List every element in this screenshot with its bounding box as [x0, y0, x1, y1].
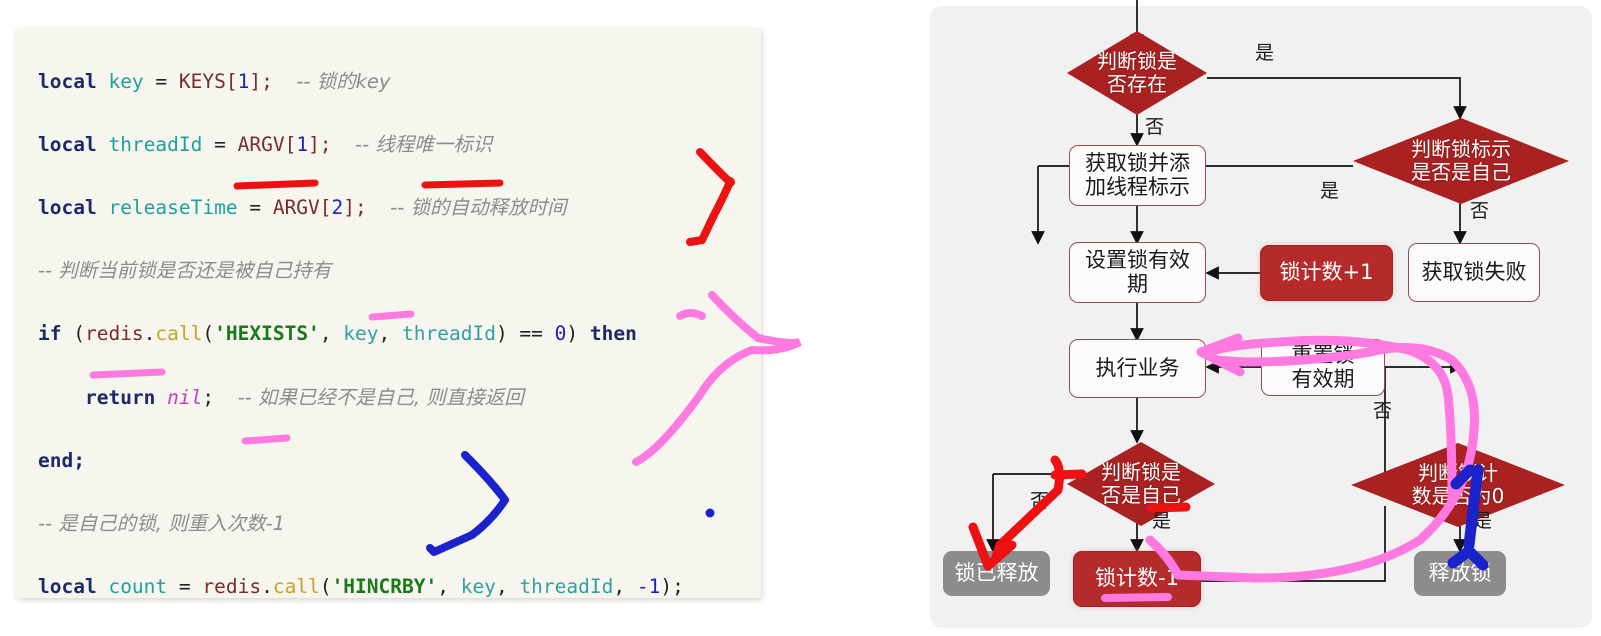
globals-argv-1: ARGV[1]; [237, 132, 332, 156]
kw-end-1: end; [38, 448, 85, 472]
str-hincrby: 'HINCRBY' [331, 575, 438, 598]
num-minus-one: -1 [636, 575, 661, 598]
node-label: 锁计数-1 [1095, 566, 1179, 591]
code-line-1: local key = KEYS[1]; -- 锁的key [38, 69, 391, 93]
kw-return-1: return [84, 385, 156, 409]
node-label: 判断锁标示 是否是自己 [1353, 118, 1569, 204]
globals-argv-2: ARGV[2]; [272, 195, 367, 219]
code-line-4: -- 判断当前锁是否还是被自己持有 [38, 255, 761, 287]
arg-threadid-1: threadId [402, 322, 496, 346]
node-set-lock-ttl[interactable]: 设置锁有效 期 [1069, 242, 1206, 303]
node-check-count-zero[interactable]: 判断锁计 数是否为0 [1351, 443, 1565, 527]
var-releasetime-decl: releaseTime [108, 195, 238, 219]
node-line-1: 判断锁是 否存在 [1097, 49, 1177, 96]
var-count-decl: count [108, 575, 168, 598]
node-lock-released[interactable]: 锁已释放 [943, 551, 1050, 596]
lua-code-panel: local key = KEYS[1]; -- 锁的key local thre… [16, 28, 761, 598]
node-check-lock-owner[interactable]: 判断锁是 否是自己 [1067, 442, 1215, 526]
edge-label-flag-no: 否 [1470, 200, 1490, 222]
kw-if-1: if [38, 322, 62, 346]
code-line-5: if (redis.call('HEXISTS', key, threadId)… [38, 322, 637, 346]
code-line-3: local releaseTime = ARGV[2]; -- 锁的自动释放时间 [38, 195, 567, 219]
str-hexists: 'HEXISTS' [214, 322, 320, 346]
arg-key-2: key [460, 575, 496, 598]
screenshot-root: lock:order thread1 0 local key = KEYS[1]… [0, 0, 1601, 636]
node-label: 获取锁并添 加线程标示 [1085, 150, 1190, 199]
edge-label-count-no: 否 [1373, 400, 1393, 422]
redis-ref-2: redis [202, 575, 262, 598]
kw-local-2: local [38, 132, 97, 156]
arg-key-1: key [343, 322, 379, 346]
node-check-lock-exists[interactable]: 判断锁是 否存在 [1067, 31, 1207, 115]
comment-thread-id: -- 线程唯一标识 [355, 132, 493, 156]
kw-then-1: then [589, 322, 637, 346]
kw-local-4: local [38, 575, 97, 598]
node-label: 释放锁 [1428, 560, 1492, 585]
edge-label-exists-yes: 是 [1255, 42, 1275, 64]
node-line-1: 判断锁标示 是否是自己 [1411, 137, 1511, 184]
node-check-flag-self[interactable]: 判断锁标示 是否是自己 [1353, 118, 1569, 204]
edge-label-owner-yes: 是 [1152, 510, 1172, 532]
code-line-7: end; [38, 445, 761, 477]
kw-local-1: local [38, 69, 97, 93]
fn-call-1: call [155, 322, 203, 346]
node-label: 重置锁 有效期 [1291, 342, 1355, 391]
comment-release-time: -- 锁的自动释放时间 [390, 195, 567, 219]
node-label: 锁已释放 [954, 560, 1039, 585]
comment-lock-key: -- 锁的key [296, 69, 391, 93]
node-label: 执行业务 [1095, 355, 1180, 380]
code-line-8: -- 是自己的锁, 则重入次数-1 [38, 508, 761, 540]
node-line-1: 判断锁计 数是否为0 [1411, 461, 1505, 508]
node-label: 判断锁是 否存在 [1067, 31, 1207, 115]
node-reset-lock-ttl[interactable]: 重置锁 有效期 [1261, 339, 1385, 396]
redis-ref-1: redis [84, 322, 144, 346]
node-label: 判断锁是 否是自己 [1067, 442, 1215, 526]
node-acquire-fail[interactable]: 获取锁失败 [1408, 243, 1540, 302]
code-line-6: return nil; -- 如果已经不是自己, 则直接返回 [84, 385, 524, 409]
edge-label-exists-no: 否 [1145, 116, 1165, 138]
edge-label-owner-no: 否 [1030, 490, 1050, 512]
node-release-lock[interactable]: 释放锁 [1414, 551, 1506, 596]
node-acquire-lock[interactable]: 获取锁并添 加线程标示 [1069, 145, 1206, 206]
flowchart-panel: 判断锁是 否存在 是 否 获取锁并添 加线程标示 设置锁有效 期 执行业务 判断… [930, 0, 1592, 628]
edge-label-flag-yes: 是 [1320, 180, 1340, 202]
edge-label-count-yes: 是 [1473, 510, 1493, 532]
code-line-9: local count = redis.call('HINCRBY', key,… [38, 575, 684, 598]
var-threadid-decl: threadId [108, 132, 203, 156]
node-lock-count-inc[interactable]: 锁计数+1 [1260, 245, 1393, 301]
comment-decr: -- 是自己的锁, 则重入次数-1 [38, 511, 286, 535]
node-label: 获取锁失败 [1421, 259, 1527, 284]
node-line-1: 判断锁是 否是自己 [1101, 460, 1181, 507]
comment-not-self: -- 如果已经不是自己, 则直接返回 [237, 385, 524, 409]
globals-keys-1: KEYS[1]; [178, 69, 273, 93]
code-block: local key = KEYS[1]; -- 锁的key local thre… [38, 34, 761, 598]
node-label: 设置锁有效 期 [1085, 247, 1190, 296]
fn-call-2: call [272, 575, 320, 598]
arg-threadid-2: threadId [519, 575, 614, 598]
node-lock-count-dec[interactable]: 锁计数-1 [1073, 551, 1201, 607]
comment-check-own: -- 判断当前锁是否还是被自己持有 [38, 259, 332, 283]
kw-local-3: local [38, 195, 97, 219]
var-key: key [108, 69, 144, 93]
node-label: 判断锁计 数是否为0 [1351, 443, 1565, 527]
node-label: 锁计数+1 [1279, 260, 1374, 285]
code-line-2: local threadId = ARGV[1]; -- 线程唯一标识 [38, 132, 493, 156]
num-zero-1: 0 [554, 322, 567, 346]
node-execute-business[interactable]: 执行业务 [1069, 339, 1206, 398]
flowchart-connectors [986, 0, 1467, 582]
nil-1: nil [167, 385, 203, 409]
